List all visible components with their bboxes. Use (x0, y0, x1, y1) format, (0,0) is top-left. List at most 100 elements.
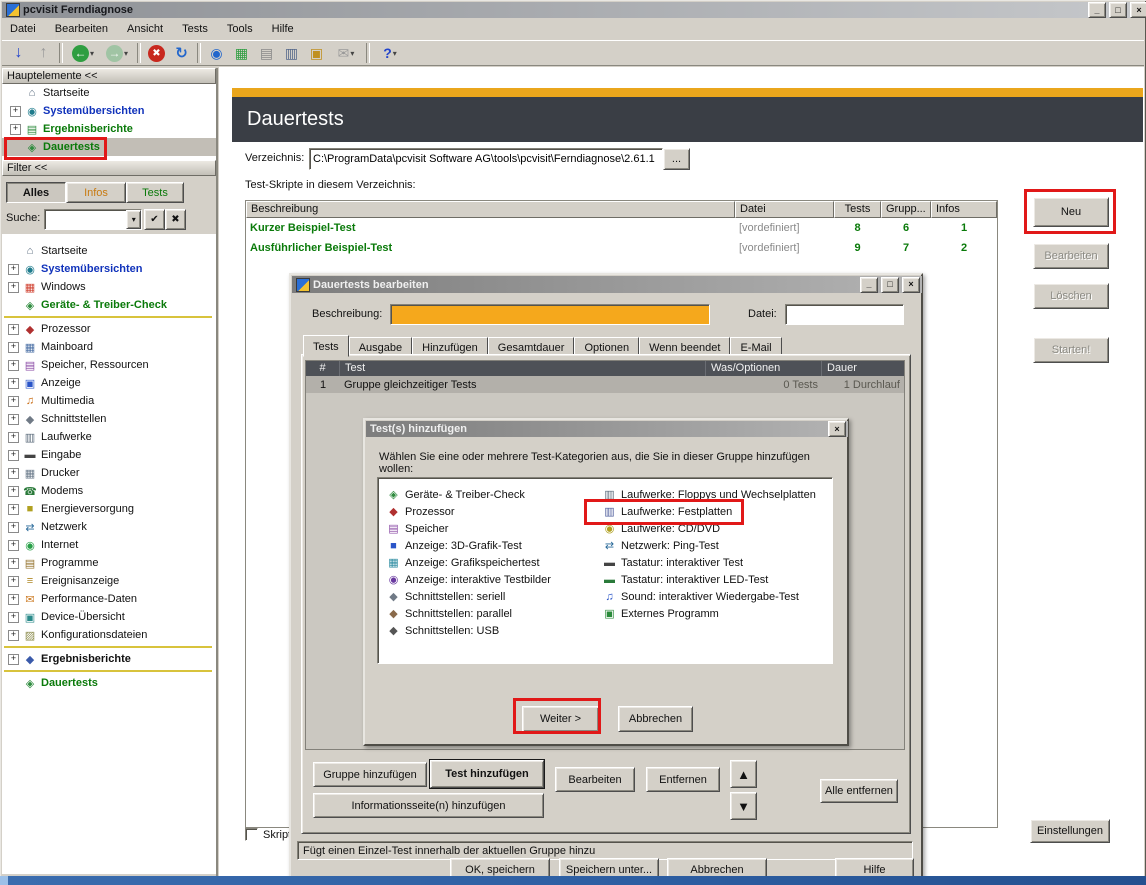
tree-item-konfigurationsdateien[interactable]: ▨Konfigurationsdateien (2, 626, 216, 644)
tree-item-geraete-treiber-check[interactable]: ◈Geräte- & Treiber-Check (2, 296, 216, 314)
expand-icon[interactable] (8, 612, 19, 623)
expand-icon[interactable] (8, 594, 19, 605)
tree-item-windows[interactable]: ▦Windows (2, 278, 216, 296)
category-prozessor[interactable]: ◆Prozessor (386, 503, 596, 520)
expand-icon[interactable] (8, 282, 19, 293)
menu-tests[interactable]: Tests (174, 20, 216, 38)
refresh-button[interactable]: ↻ (169, 42, 194, 65)
tree-item-multimedia[interactable]: ♫Multimedia (2, 392, 216, 410)
expand-icon[interactable] (8, 360, 19, 371)
datei-input[interactable] (785, 304, 904, 325)
tree-item-device-uebersicht[interactable]: ▣Device-Übersicht (2, 608, 216, 626)
open-report-button[interactable]: ▥ (279, 42, 304, 65)
category-schnittstellen-parallel[interactable]: ◆Schnittstellen: parallel (386, 605, 596, 622)
neu-button[interactable]: Neu (1033, 197, 1109, 227)
sidebar-filter-header[interactable]: Filter << (2, 160, 216, 176)
category-schnittstellen-seriell[interactable]: ◆Schnittstellen: seriell (386, 588, 596, 605)
sidebar-item-systemuebersichten[interactable]: ◉ Systemübersichten (2, 102, 216, 120)
expand-icon[interactable] (8, 654, 19, 665)
maximize-button[interactable]: □ (1109, 2, 1127, 18)
search-field[interactable] (45, 210, 126, 229)
license-button[interactable]: ▣ (304, 42, 329, 65)
column-tests[interactable]: Tests (834, 201, 881, 218)
column-datei[interactable]: Datei (735, 201, 834, 218)
table-row[interactable]: Kurzer Beispiel-Test [vordefiniert] 8 6 … (246, 218, 997, 238)
expand-icon[interactable] (8, 342, 19, 353)
expand-icon[interactable] (8, 630, 19, 641)
new-document-button[interactable]: ▤ (254, 42, 279, 65)
forward-button[interactable]: → (100, 42, 134, 65)
directory-input[interactable] (309, 148, 663, 170)
back-button[interactable]: ← (66, 42, 100, 65)
close-button[interactable]: × (828, 421, 846, 437)
menu-datei[interactable]: Datei (2, 20, 44, 38)
minimize-button[interactable]: _ (860, 277, 878, 293)
tree-item-anzeige[interactable]: ▣Anzeige (2, 374, 216, 392)
expand-icon[interactable] (8, 486, 19, 497)
expand-icon[interactable] (8, 396, 19, 407)
tree-item-ergebnisberichte[interactable]: ◆Ergebnisberichte (2, 650, 216, 668)
alle-entfernen-button[interactable]: Alle entfernen (820, 779, 898, 803)
menu-ansicht[interactable]: Ansicht (119, 20, 171, 38)
expand-icon[interactable] (8, 264, 19, 275)
bearbeiten-button[interactable]: Bearbeiten (555, 767, 635, 792)
expand-icon[interactable] (8, 450, 19, 461)
datei-field[interactable] (786, 305, 903, 324)
sidebar-item-ergebnisberichte[interactable]: ▤ Ergebnisberichte (2, 120, 216, 138)
browse-button[interactable]: ... (663, 148, 690, 170)
tree-item-speicher[interactable]: ▤Speicher, Ressourcen (2, 356, 216, 374)
expand-icon[interactable] (8, 504, 19, 515)
category-anzeige-3d[interactable]: ■Anzeige: 3D-Grafik-Test (386, 537, 596, 554)
starten-button[interactable]: Starten! (1033, 337, 1109, 363)
category-laufwerke-festplatten[interactable]: ▥Laufwerke: Festplatten (602, 503, 830, 520)
stop-button[interactable]: ✖ (144, 42, 169, 65)
search-input[interactable]: ▾ (44, 209, 142, 230)
tree-item-drucker[interactable]: ▦Drucker (2, 464, 216, 482)
category-externes-programm[interactable]: ▣Externes Programm (602, 605, 830, 622)
einstellungen-button[interactable]: Einstellungen (1030, 819, 1110, 843)
abbrechen-button[interactable]: Abbrechen (618, 706, 693, 732)
search-clear-button[interactable]: ✖ (165, 209, 186, 230)
skript-checkbox-row[interactable]: Skript (245, 828, 291, 841)
tree-item-ereignisanzeige[interactable]: ≡Ereignisanzeige (2, 572, 216, 590)
category-geraete-treiber-check[interactable]: ◈Geräte- & Treiber-Check (386, 486, 596, 503)
expand-icon[interactable] (8, 522, 19, 533)
expand-icon[interactable] (8, 558, 19, 569)
category-schnittstellen-usb[interactable]: ◆Schnittstellen: USB (386, 622, 596, 639)
filter-tests-button[interactable]: Tests (126, 182, 184, 203)
menu-hilfe[interactable]: Hilfe (264, 20, 302, 38)
weiter-button[interactable]: Weiter > (522, 706, 599, 732)
tree-item-schnittstellen[interactable]: ◆Schnittstellen (2, 410, 216, 428)
table-row[interactable]: Ausführlicher Beispiel-Test [vordefinier… (246, 238, 997, 258)
move-up-button[interactable]: ▲ (730, 760, 757, 788)
expand-icon[interactable] (8, 378, 19, 389)
category-anzeige-testbilder[interactable]: ◉Anzeige: interaktive Testbilder (386, 571, 596, 588)
category-tastatur-test[interactable]: ▬Tastatur: interaktiver Test (602, 554, 830, 571)
sidebar-item-startseite[interactable]: ⌂ Startseite (2, 84, 216, 102)
filter-alles-button[interactable]: Alles (6, 182, 66, 203)
tab-tests[interactable]: Tests (303, 335, 349, 357)
expand-icon[interactable] (8, 432, 19, 443)
move-down-button[interactable]: ▼ (730, 792, 757, 820)
search-dropdown-button[interactable]: ▾ (126, 210, 141, 229)
beschreibung-input[interactable] (390, 304, 710, 325)
move-down-button[interactable]: ↓ (6, 42, 31, 65)
bearbeiten-button[interactable]: Bearbeiten (1033, 243, 1109, 269)
expand-icon[interactable] (8, 576, 19, 587)
expand-icon[interactable] (8, 414, 19, 425)
directory-field[interactable] (310, 149, 662, 169)
column-beschreibung[interactable]: Beschreibung (246, 201, 735, 218)
menu-tools[interactable]: Tools (219, 20, 261, 38)
expand-icon[interactable] (8, 324, 19, 335)
category-sound-wiedergabe[interactable]: ♫Sound: interaktiver Wiedergabe-Test (602, 588, 830, 605)
entfernen-button[interactable]: Entfernen (646, 767, 720, 792)
send-button[interactable]: ✉ (329, 42, 363, 65)
informationsseiten-hinzufuegen-button[interactable]: Informationsseite(n) hinzufügen (313, 793, 544, 818)
category-tastatur-led[interactable]: ▬Tastatur: interaktiver LED-Test (602, 571, 830, 588)
expand-icon[interactable] (10, 124, 21, 135)
menu-bearbeiten[interactable]: Bearbeiten (47, 20, 116, 38)
category-netzwerk-ping[interactable]: ⇄Netzwerk: Ping-Test (602, 537, 830, 554)
gruppe-hinzufuegen-button[interactable]: Gruppe hinzufügen (313, 762, 427, 787)
tree-item-dauertests[interactable]: ◈Dauertests (2, 674, 216, 692)
column-infos[interactable]: Infos (931, 201, 997, 218)
